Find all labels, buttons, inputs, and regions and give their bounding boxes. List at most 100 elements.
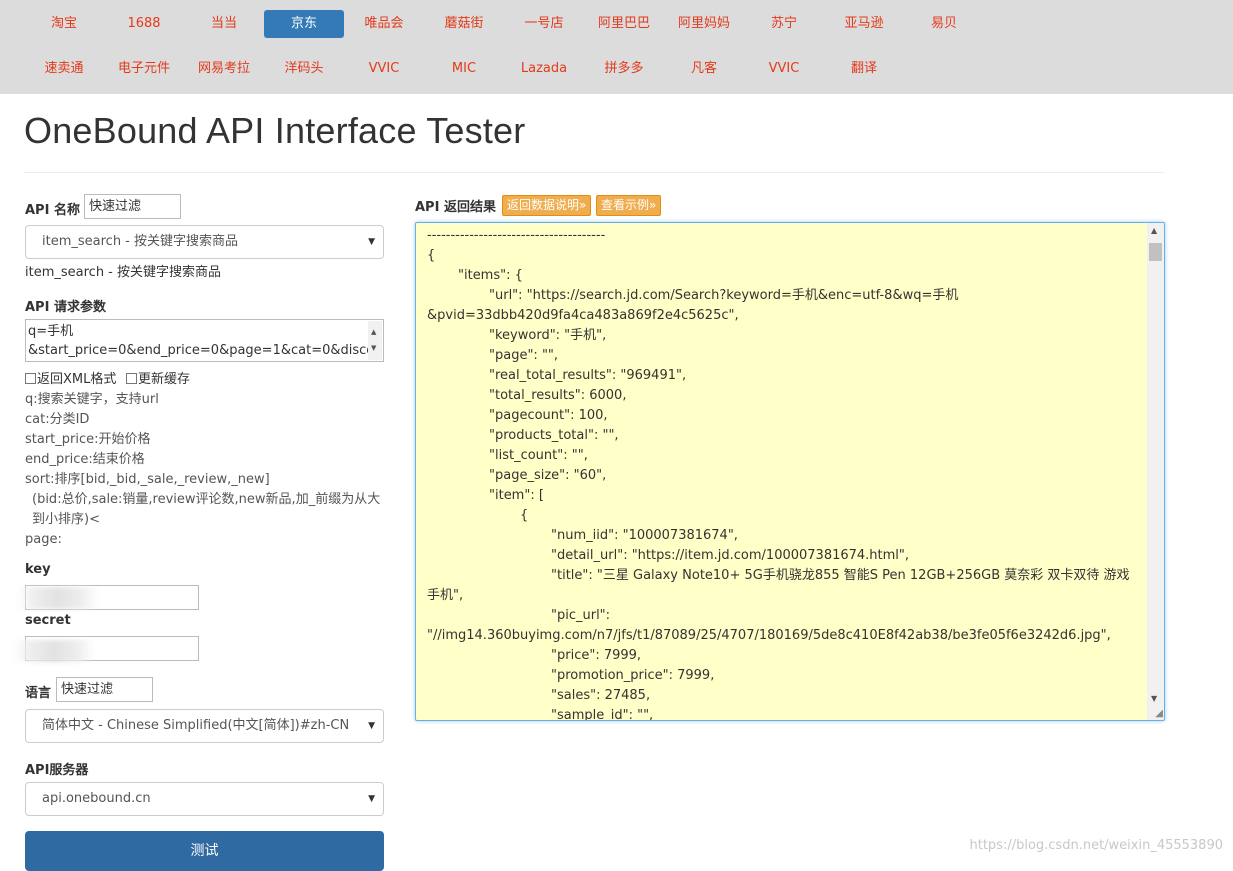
api-name-filter-input[interactable] — [84, 194, 181, 219]
nav-item[interactable]: 当当 — [184, 10, 264, 38]
nav-item[interactable]: 一号店 — [504, 10, 584, 38]
api-name-caption: item_search - 按关键字搜索商品 — [25, 265, 222, 280]
nav-item[interactable]: 苏宁 — [744, 10, 824, 38]
result-line: "products_total": "", — [489, 428, 619, 443]
result-line: "keyword": "手机", — [489, 328, 607, 343]
params-label: API 请求参数 — [25, 300, 106, 315]
result-line: "detail_url": "https://item.jd.com/10000… — [551, 548, 910, 563]
nav-item[interactable]: 拼多多 — [584, 55, 664, 83]
nav-item[interactable]: 1688 — [104, 10, 184, 38]
result-line: -------------------------------------- — [427, 228, 606, 243]
chevron-down-icon: ▼ — [368, 721, 375, 731]
nav-item[interactable]: 易贝 — [904, 10, 984, 38]
param-desc-start-price: start_price:开始价格 — [25, 432, 151, 447]
nav-item[interactable]: MIC — [424, 55, 504, 83]
nav-item[interactable]: 速卖通 — [24, 55, 104, 83]
param-desc-cat: cat:分类ID — [25, 412, 90, 427]
nav-item[interactable]: 洋码头 — [264, 55, 344, 83]
watermark: https://blog.csdn.net/weixin_45553890 — [969, 838, 1223, 853]
secret-label: secret — [25, 613, 71, 628]
params-line-2: &start_price=0&end_price=0&page=1&cat=0&… — [28, 343, 384, 358]
redacted-key — [18, 587, 98, 609]
server-label: API服务器 — [25, 763, 89, 778]
param-desc-sort-detail: (bid:总价,sale:销量,review评论数,new新品,加_前缀为从大到… — [32, 492, 381, 527]
nav-item[interactable]: 蘑菇街 — [424, 10, 504, 38]
checkbox-icon[interactable] — [126, 373, 137, 384]
resize-grip-icon[interactable]: ◢ — [1155, 708, 1163, 719]
nav-item[interactable]: 亚马逊 — [824, 10, 904, 38]
result-line: "pagecount": 100, — [489, 408, 608, 423]
result-line: "title": "三星 Galaxy Note10+ 5G手机骁龙855 智能… — [551, 568, 1130, 583]
result-line: { — [520, 508, 529, 523]
param-desc-end-price: end_price:结束价格 — [25, 452, 145, 467]
nav-item[interactable]: 电子元件 — [104, 55, 184, 83]
result-line: "total_results": 6000, — [489, 388, 627, 403]
result-line: "sales": 27485, — [551, 688, 651, 703]
result-line: "pic_url": — [551, 608, 611, 623]
nav-item[interactable]: Lazada — [504, 55, 584, 83]
xml-format-label: 返回XML格式 — [37, 372, 117, 387]
result-line: "real_total_results": "969491", — [489, 368, 687, 383]
result-line: 手机", — [427, 588, 464, 603]
nav-item[interactable]: 网易考拉 — [184, 55, 264, 83]
api-name-label: API 名称 — [25, 203, 80, 218]
result-line: "price": 7999, — [551, 648, 642, 663]
chevron-down-icon: ▼ — [368, 237, 375, 247]
checkbox-icon[interactable] — [25, 373, 36, 384]
result-line: "sample_id": "", — [551, 708, 654, 721]
params-textarea[interactable]: q=手机 &start_price=0&end_price=0&page=1&c… — [25, 319, 384, 362]
refresh-cache-checkbox[interactable]: 更新缓存 — [126, 368, 190, 387]
result-label: API 返回结果 — [415, 200, 496, 215]
result-line: &pvid=33dbb420d9fa4ca483a869f2e4c5625c", — [427, 308, 739, 323]
params-description: q:搜索关键字，支持url cat:分类ID start_price:开始价格 … — [25, 390, 385, 550]
nav-row-platforms: 淘宝 1688 当当 京东 唯品会 蘑菇街 一号店 阿里巴巴 阿里妈妈 苏宁 亚马逊 易贝 — [24, 10, 1224, 38]
scroll-thumb[interactable] — [1149, 243, 1162, 261]
scroll-down-icon[interactable]: ▼ — [1151, 694, 1157, 703]
api-name-select[interactable]: item_search - 按关键字搜索商品 ▼ — [25, 225, 384, 259]
param-desc-page: page: — [25, 532, 62, 547]
language-filter-input[interactable] — [56, 677, 153, 702]
redacted-secret — [14, 640, 94, 662]
result-line: "promotion_price": 7999, — [551, 668, 715, 683]
nav-item[interactable]: 唯品会 — [344, 10, 424, 38]
nav-item[interactable]: VVIC — [344, 55, 424, 83]
nav-item[interactable]: 阿里巴巴 — [584, 10, 664, 38]
nav-item[interactable]: VVIC — [744, 55, 824, 83]
nav-item[interactable]: 阿里妈妈 — [664, 10, 744, 38]
params-line-1: q=手机 — [28, 324, 74, 339]
result-line: "num_iid": "100007381674", — [551, 528, 738, 543]
result-scrollbar[interactable]: ▲ ▼ ◢ — [1147, 223, 1164, 720]
view-example-button[interactable]: 查看示例» — [596, 195, 662, 216]
language-selected: 简体中文 - Chinese Simplified(中文[简体])#zh-CN — [42, 718, 350, 733]
test-button[interactable]: 测试 — [25, 831, 384, 871]
nav-item[interactable]: 凡客 — [664, 55, 744, 83]
result-line: "//img14.360buyimg.com/n7/jfs/t1/87089/2… — [427, 628, 1111, 643]
top-nav-bar: 淘宝 1688 当当 京东 唯品会 蘑菇街 一号店 阿里巴巴 阿里妈妈 苏宁 亚马逊 易贝 速卖通 电子… — [0, 0, 1233, 94]
language-label: 语言 — [25, 686, 52, 701]
param-desc-q: q:搜索关键字，支持url — [25, 392, 159, 407]
nav-item[interactable]: 淘宝 — [24, 10, 104, 38]
chevron-down-icon: ▼ — [368, 794, 375, 804]
result-line: { — [427, 248, 436, 263]
page-title: OneBound API Interface Tester — [24, 110, 526, 151]
scroll-up-icon[interactable]: ▲ — [1151, 226, 1157, 235]
scroll-down-icon[interactable]: ▼ — [371, 339, 376, 358]
xml-format-checkbox[interactable]: 返回XML格式 — [25, 368, 116, 387]
param-desc-sort: sort:排序[bid,_bid,_sale,_review,_new] — [25, 472, 270, 487]
server-select[interactable]: api.onebound.cn ▼ — [25, 782, 384, 816]
result-line: "page_size": "60", — [489, 468, 607, 483]
result-doc-button[interactable]: 返回数据说明» — [502, 195, 592, 216]
result-output-textarea[interactable]: -------------------------------------- { "… — [415, 222, 1165, 721]
result-line: "item": [ — [489, 488, 544, 503]
key-label: key — [25, 562, 51, 577]
language-select[interactable]: 简体中文 - Chinese Simplified(中文[简体])#zh-CN … — [25, 709, 384, 743]
nav-item[interactable]: 翻译 — [824, 55, 904, 83]
params-scrollbar[interactable]: ▲ ▼ — [368, 321, 382, 360]
divider — [24, 172, 1165, 173]
result-json-text: -------------------------------------- { "… — [427, 226, 1145, 721]
server-selected: api.onebound.cn — [42, 791, 151, 806]
result-line: "items": { — [458, 268, 523, 283]
refresh-cache-label: 更新缓存 — [138, 372, 191, 387]
nav-item[interactable]: 京东 — [264, 10, 344, 38]
api-name-selected: item_search - 按关键字搜索商品 — [42, 234, 239, 249]
